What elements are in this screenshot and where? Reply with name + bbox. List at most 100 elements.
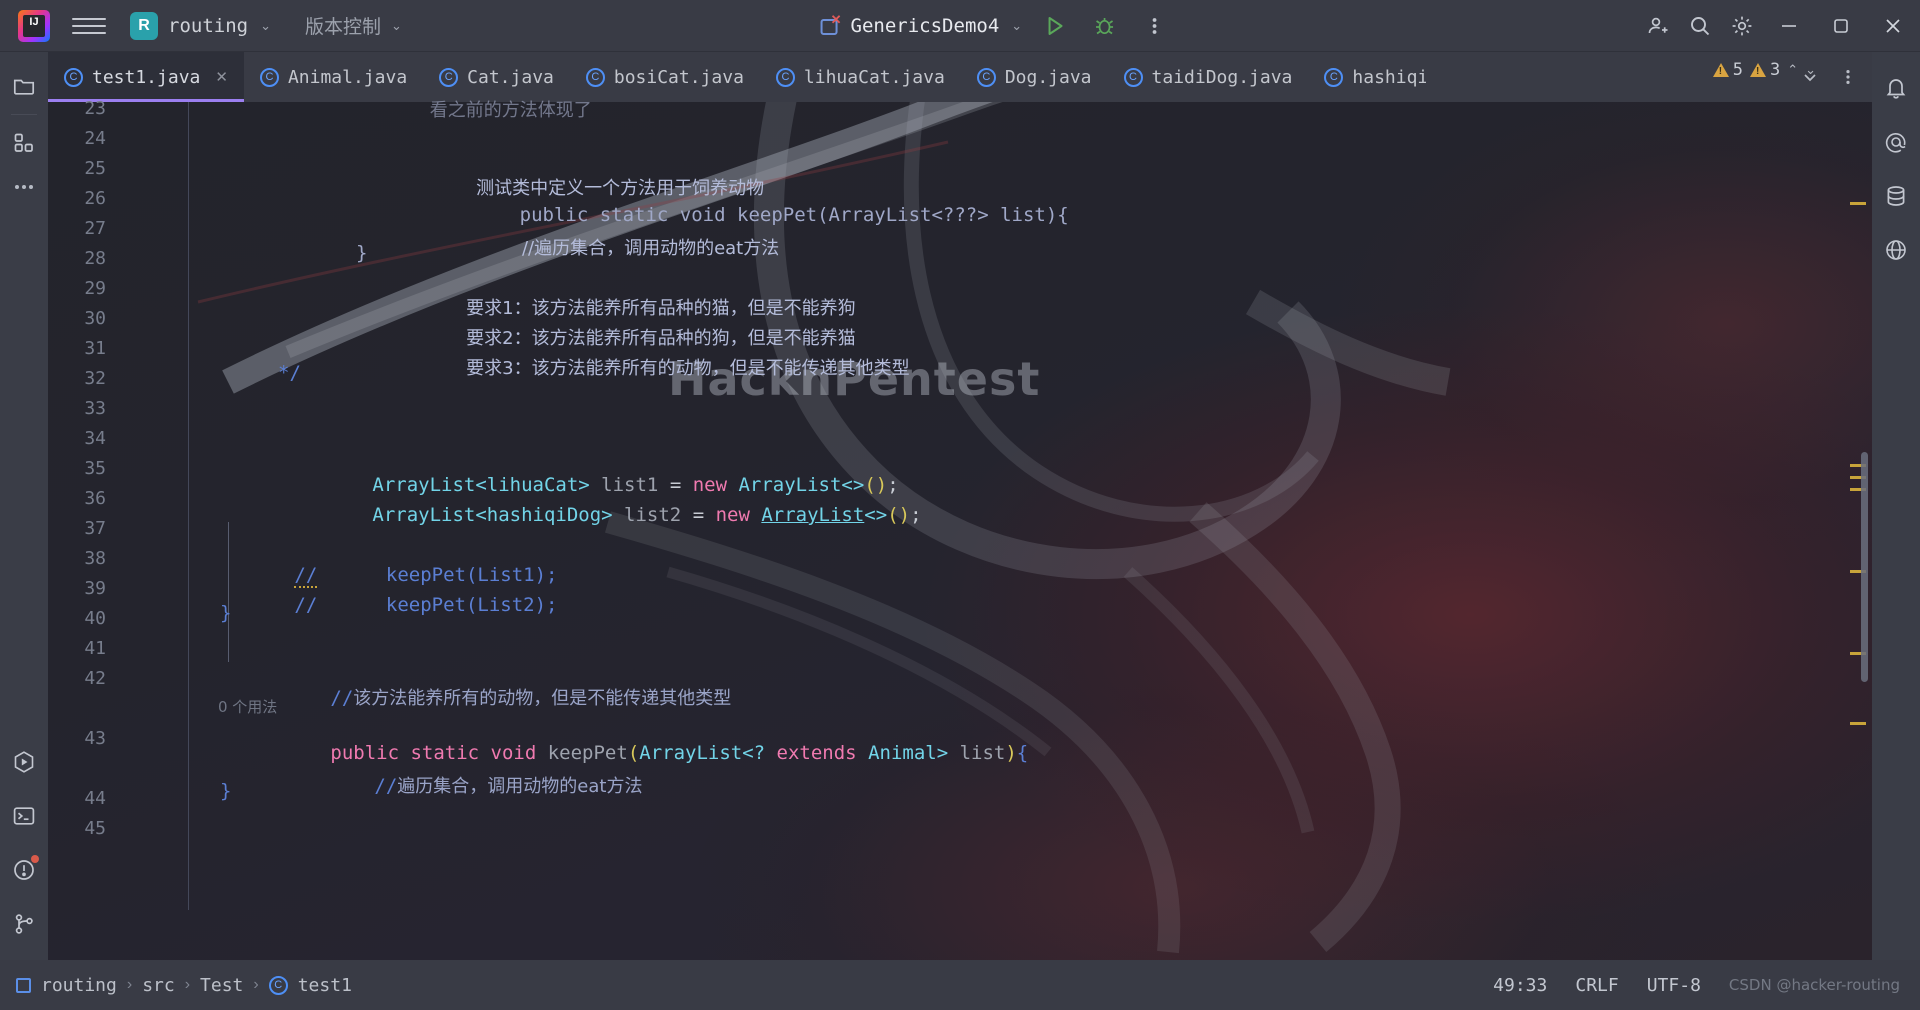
problems-badge <box>31 855 39 863</box>
line-number: 23 <box>84 98 106 119</box>
breadcrumb-item-routing[interactable]: routing <box>41 975 117 996</box>
code-text[interactable]: 看之前的方法体现了 测试类中定义一个方法用于饲养动物 public static… <box>198 100 1872 910</box>
editor-area: HacknPentest C test1.java ✕ C Animal.jav… <box>48 52 1872 960</box>
weak-warnings-indicator[interactable]: 3 <box>1749 60 1780 80</box>
chevron-down-icon[interactable]: ⌄ <box>1805 62 1816 78</box>
tab-label: lihuaCat.java <box>803 66 945 88</box>
sidebar-item-terminal[interactable] <box>0 794 48 838</box>
toolbar-divider <box>11 114 37 115</box>
file-encoding[interactable]: UTF-8 <box>1647 975 1701 996</box>
title-bar-right <box>1640 0 1920 52</box>
gear-icon[interactable] <box>1724 8 1760 44</box>
sidebar-item-more[interactable] <box>0 165 48 209</box>
close-button[interactable] <box>1870 0 1916 52</box>
sidebar-item-problems[interactable] <box>0 848 48 892</box>
breadcrumb-item-test1[interactable]: test1 <box>298 975 352 996</box>
tab-lihuacat-java[interactable]: C lihuaCat.java <box>760 52 961 102</box>
code-line-28: } <box>356 242 368 264</box>
line-number: 24 <box>84 128 106 149</box>
code-line-40: } <box>220 602 232 624</box>
sidebar-item-run[interactable] <box>0 740 48 784</box>
tab-label: bosiCat.java <box>613 66 744 88</box>
sidebar-item-notifications[interactable] <box>1872 66 1920 110</box>
line-number: 36 <box>84 488 106 509</box>
line-number: 29 <box>84 278 106 299</box>
run-button[interactable] <box>1036 8 1072 44</box>
code-line-32: */ <box>278 362 301 384</box>
java-class-icon: C <box>64 67 83 87</box>
run-widget-group: ✕ GenericsDemo4 ⌄ <box>819 8 1173 44</box>
main-menu-button[interactable] <box>72 9 106 43</box>
debug-button[interactable] <box>1086 8 1122 44</box>
left-tool-window-bar <box>0 52 48 960</box>
line-number: 45 <box>84 818 106 839</box>
breadcrumb-item-src[interactable]: src <box>142 975 175 996</box>
tab-cat-java[interactable]: C Cat.java <box>423 52 570 102</box>
code-line-36: ArrayList<hashiqiDog> list2 = new ArrayL… <box>372 504 922 526</box>
run-configuration-selector[interactable]: ✕ GenericsDemo4 ⌄ <box>819 12 1023 37</box>
right-tool-window-bar <box>1872 52 1920 960</box>
tab-test1-java[interactable]: C test1.java ✕ <box>48 52 244 102</box>
sidebar-item-web-preview[interactable] <box>1872 228 1920 272</box>
line-number: 40 <box>84 608 106 629</box>
line-number: 28 <box>84 248 106 269</box>
line-number: 41 <box>84 638 106 659</box>
close-icon[interactable]: ✕ <box>215 68 228 86</box>
tab-label: test1.java <box>92 66 201 88</box>
java-class-icon: C <box>1324 67 1344 87</box>
tab-animal-java[interactable]: C Animal.java <box>244 52 423 102</box>
line-number: 39 <box>84 578 106 599</box>
error-stripe-marker-rail[interactable] <box>1846 152 1872 960</box>
inspection-widget[interactable]: 5 3 ⌃ ⌄ <box>1712 60 1816 80</box>
comment-text: 要求3：该方法能养所有的动物，但是不能传递其他类型 <box>420 358 910 379</box>
project-selector[interactable]: R routing ⌄ <box>122 8 279 44</box>
warnings-indicator[interactable]: 5 <box>1712 60 1743 80</box>
sidebar-item-database[interactable] <box>1872 174 1920 218</box>
vcs-widget[interactable]: 版本控制 ⌄ <box>305 12 402 39</box>
caret-position[interactable]: 49:33 <box>1493 975 1547 996</box>
code-line-45: } <box>220 780 232 802</box>
editor-scrollbar-thumb[interactable] <box>1861 452 1868 682</box>
project-name: routing <box>168 14 249 37</box>
project-badge: R <box>130 11 158 40</box>
stripe-marker[interactable] <box>1850 202 1866 205</box>
line-number: 38 <box>84 548 106 569</box>
tab-taididog-java[interactable]: C taidiDog.java <box>1108 52 1309 102</box>
maximize-button[interactable] <box>1818 0 1864 52</box>
java-class-icon: C <box>1123 67 1143 87</box>
tab-hashiqi-java[interactable]: C hashiqi <box>1308 52 1426 102</box>
code-editor[interactable]: 23 24 25 26 27 28 29 30 31 32 33 34 35 3… <box>48 98 1872 910</box>
breadcrumb-separator: › <box>126 976 133 993</box>
search-icon[interactable] <box>1682 8 1718 44</box>
editor-tab-bar: C test1.java ✕ C Animal.java C Cat.java … <box>48 52 1872 102</box>
code-line-44: //遍历集合，调用动物的eat方法 <box>374 775 643 797</box>
code-line-39: // keepPet(List2); <box>294 594 558 616</box>
breadcrumb-item-test[interactable]: Test <box>200 975 243 996</box>
stripe-marker[interactable] <box>1850 722 1866 725</box>
sidebar-item-version-control[interactable] <box>0 902 48 946</box>
breadcrumb-separator: › <box>253 976 259 993</box>
sidebar-item-structure[interactable] <box>0 121 48 165</box>
tab-dog-java[interactable]: C Dog.java <box>961 52 1108 102</box>
account-icon[interactable] <box>1640 8 1676 44</box>
sidebar-item-ai-assistant[interactable] <box>1872 120 1920 164</box>
chevron-up-icon[interactable]: ⌃ <box>1787 62 1798 78</box>
sidebar-item-project[interactable] <box>0 64 48 108</box>
tab-bosicat-java[interactable]: C bosiCat.java <box>570 52 760 102</box>
tab-label: Cat.java <box>467 66 554 88</box>
tab-label: Dog.java <box>1004 66 1092 88</box>
line-number: 30 <box>84 308 106 329</box>
more-actions-button[interactable] <box>1136 8 1172 44</box>
chevron-down-icon: ⌄ <box>1011 17 1023 33</box>
minimize-button[interactable] <box>1766 0 1812 52</box>
line-number: 44 <box>84 788 106 809</box>
editor-gutter[interactable]: 23 24 25 26 27 28 29 30 31 32 33 34 35 3… <box>48 98 198 910</box>
code-line-31: 要求3：该方法能养所有的动物，但是不能传递其他类型 <box>306 332 910 402</box>
line-number: 25 <box>84 158 106 179</box>
more-vertical-icon[interactable] <box>1830 59 1866 95</box>
code-line-23: 看之前的方法体现了 <box>384 100 592 121</box>
title-bar: IJ R routing ⌄ 版本控制 ⌄ ✕ GenericsDemo4 ⌄ <box>0 0 1920 52</box>
vcs-label: 版本控制 <box>304 17 381 38</box>
line-separator[interactable]: CRLF <box>1575 975 1618 996</box>
code-vision-hint[interactable]: 0 个用法 <box>218 696 277 717</box>
